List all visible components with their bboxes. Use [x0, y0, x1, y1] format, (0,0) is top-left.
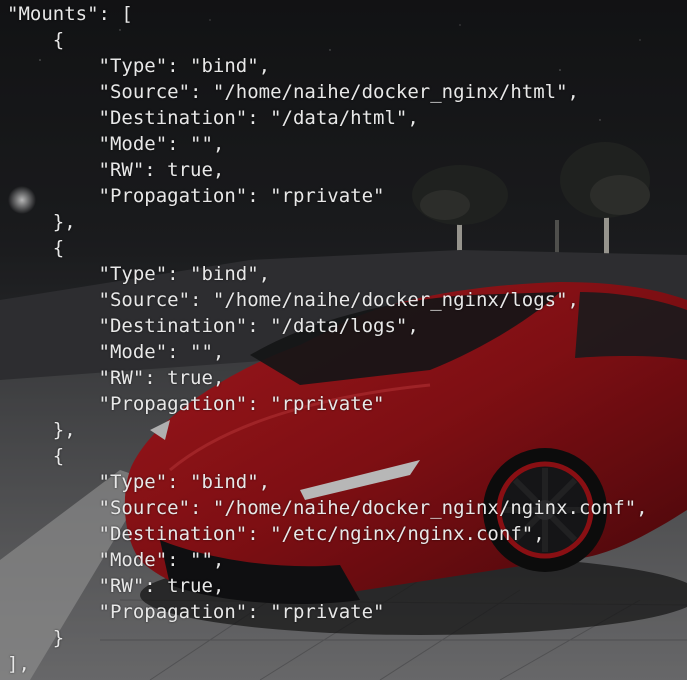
- terminal-line: "Type": "bind",: [7, 263, 271, 285]
- terminal-line: "RW": true,: [7, 575, 225, 597]
- terminal-line: "Mode": "",: [7, 549, 225, 571]
- terminal-line: "Destination": "/data/html",: [7, 107, 419, 129]
- terminal-line: "Mode": "",: [7, 133, 225, 155]
- terminal-line: },: [7, 211, 76, 233]
- terminal-line: {: [7, 445, 65, 467]
- terminal-line: "Propagation": "rprivate": [7, 393, 385, 415]
- terminal-line: "Propagation": "rprivate": [7, 185, 385, 207]
- terminal-line: "Source": "/home/naihe/docker_nginx/html…: [7, 81, 579, 103]
- terminal-line: "Mode": "",: [7, 341, 225, 363]
- terminal-line: "Source": "/home/naihe/docker_nginx/logs…: [7, 289, 579, 311]
- terminal-line: "RW": true,: [7, 367, 225, 389]
- terminal-line: "Type": "bind",: [7, 471, 271, 493]
- terminal-line: },: [7, 419, 76, 441]
- terminal-line: "Propagation": "rprivate": [7, 601, 385, 623]
- terminal-line: ],: [7, 653, 30, 675]
- terminal-line: "Source": "/home/naihe/docker_nginx/ngin…: [7, 497, 648, 519]
- terminal-line: "Type": "bind",: [7, 55, 271, 77]
- terminal-line: {: [7, 237, 65, 259]
- terminal-line: "Destination": "/data/logs",: [7, 315, 419, 337]
- terminal-line: "Destination": "/etc/nginx/nginx.conf",: [7, 523, 545, 545]
- terminal-line: {: [7, 29, 65, 51]
- terminal-line: "Mounts": [: [7, 3, 133, 25]
- terminal-window[interactable]: "Mounts": [ { "Type": "bind", "Source": …: [0, 0, 687, 680]
- terminal-line: "RW": true,: [7, 159, 225, 181]
- terminal-line: }: [7, 627, 65, 649]
- terminal-output[interactable]: "Mounts": [ { "Type": "bind", "Source": …: [7, 1, 648, 677]
